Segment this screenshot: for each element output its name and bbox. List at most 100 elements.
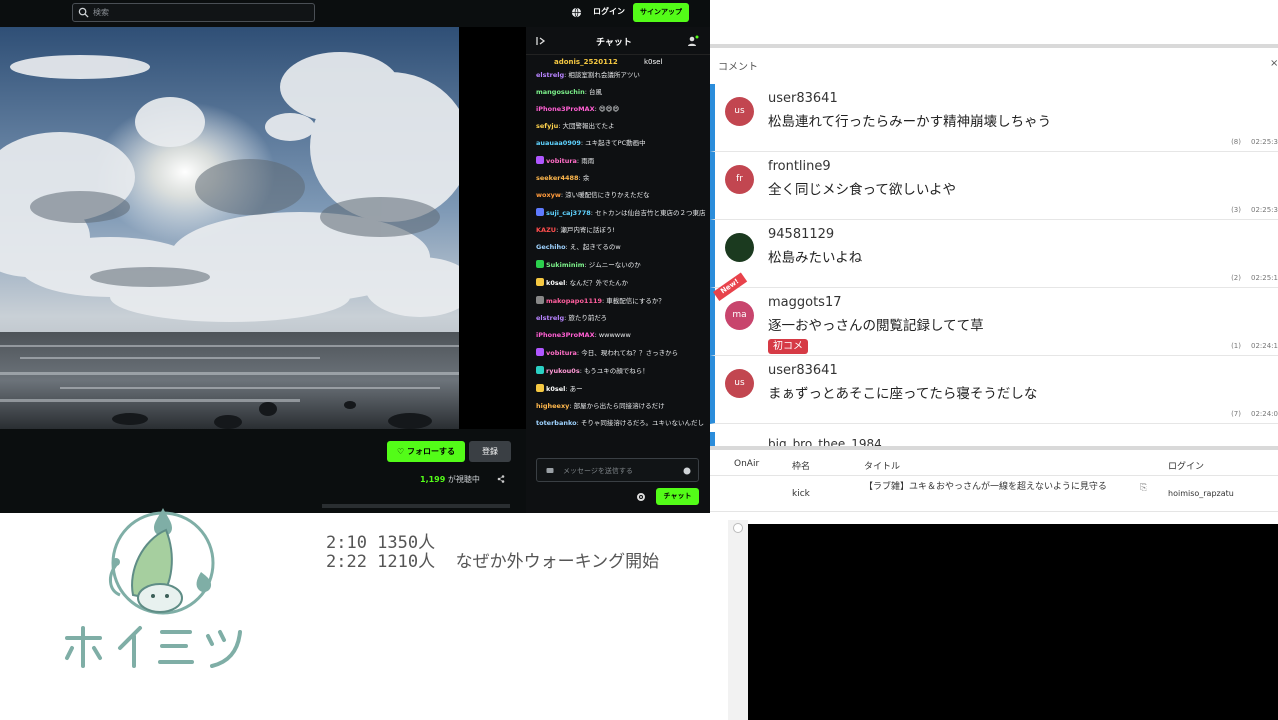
radio-button[interactable] (733, 523, 743, 533)
chat-message: elstrelg: 相談室割れ会議所アツい (536, 71, 706, 79)
comment-user: maggots17 (768, 295, 842, 310)
user-badge-icon (536, 208, 544, 216)
chat-username[interactable]: elstrelg (536, 71, 564, 79)
close-icon[interactable]: × (1270, 58, 1278, 69)
comment-item[interactable]: 94581129 松島みたいよね (2) 02:25:1 (710, 220, 1278, 288)
chat-text: 涼い暖配信にきりかえただな (565, 191, 650, 199)
stream-window: 検索 ログイン サインアップ ♡ フォローする 登録 1,199 が視聴中 チャ… (0, 0, 710, 513)
comment-time: 02:25:3 (1251, 138, 1278, 146)
chat-username[interactable]: auauaa0909 (536, 139, 581, 147)
comment-meta: (8) 02:25:3 (1221, 138, 1278, 146)
share-icon[interactable] (497, 475, 505, 483)
smile-icon[interactable] (683, 467, 691, 475)
comment-text: 全く同じメシ食って欲しいよや (768, 182, 957, 198)
chat-username[interactable]: seeker4488 (536, 174, 579, 182)
comment-list: us user83641 松島連れて行ったらみーかす精神崩壊しちゃう (8) 02:25… (710, 84, 1278, 448)
collapse-chat-icon[interactable] (536, 36, 546, 46)
chat-username[interactable]: iPhone3ProMAX (536, 331, 595, 339)
comment-meta: (3) 02:25:3 (1221, 206, 1278, 214)
table-row[interactable]: kick 【ラブ雑】ユキ＆おやっさんが一線を超えないように見守る ⎘ hoimi… (710, 476, 1278, 512)
subscribe-button[interactable]: 登録 (469, 441, 511, 462)
copy-icon[interactable]: ⎘ (1140, 483, 1147, 493)
chat-title: チャット (596, 38, 632, 48)
chat-username[interactable]: Gechiho (536, 243, 566, 251)
comment-count: (8) (1231, 138, 1241, 146)
row-title: 【ラブ雑】ユキ＆おやっさんが一線を超えないように見守る (864, 482, 1107, 492)
gear-icon[interactable] (636, 492, 646, 502)
comment-item[interactable]: fr frontline9 全く同じメシ食って欲しいよや (3) 02:25:3 (710, 152, 1278, 220)
chat-message: higheexy: 部屋から出たら同接溶けるだけ (536, 402, 706, 410)
comment-header: コメント (718, 62, 758, 73)
chat-message: KAZU: 瀬戸内寄に話ぼう! (536, 226, 706, 234)
signup-button[interactable]: サインアップ (633, 3, 689, 22)
logo-text-en (112, 685, 222, 705)
chat-username[interactable]: k0sel (546, 279, 565, 287)
col-title[interactable]: タイトル (864, 459, 900, 472)
chat-text: wwwwww (598, 331, 631, 339)
chat-username[interactable]: sefyju (536, 122, 558, 130)
chat-text: 台風 (589, 88, 603, 96)
viewer-count: 1,199 が視聴中 (420, 474, 480, 485)
globe-icon[interactable] (571, 7, 582, 18)
avatar: fr (725, 165, 754, 194)
chat-message: k0sel: なんだ？外でたんか (536, 278, 706, 287)
chat-username[interactable]: higheexy (536, 402, 569, 410)
comment-item[interactable]: ma maggots17 逐一おやっさんの閲覧記録してて草 初コメ New! (1) 02:… (710, 272, 1278, 356)
user-badge-icon (536, 296, 544, 304)
chat-username[interactable]: makopapo1119 (546, 297, 602, 305)
chat-message: vobitura: 今日、現われてね？？さっきから (536, 348, 706, 357)
chat-username[interactable]: ryukou0s (546, 367, 580, 375)
chat-username[interactable]: suji_caj3778 (546, 209, 591, 217)
chat-username[interactable]: Sukiminim (546, 261, 585, 269)
emote-icon[interactable] (546, 467, 554, 475)
chat-text: 今日、現われてね？？さっきから (581, 349, 679, 357)
comment-text: 松島みたいよね (768, 250, 863, 266)
chat-message: makopapo1119: 車載配信にするか？ (536, 296, 706, 305)
comment-time: 02:25:1 (1251, 274, 1278, 282)
top-bar: 検索 ログイン サインアップ (0, 0, 710, 26)
chat-send-button[interactable]: チャット (656, 488, 699, 505)
chat-username[interactable]: toterbanko (536, 419, 577, 427)
comment-user: user83641 (768, 363, 838, 378)
chat-users-icon[interactable] (687, 35, 699, 47)
comment-item[interactable]: us user83641 まぁずっとあそこに座ってたら寝そうだしな (7) 02:24:… (710, 356, 1278, 424)
comment-item[interactable]: us user83641 松島連れて行ったらみーかす精神崩壊しちゃう (8) 02:25… (710, 84, 1278, 152)
search-input[interactable]: 検索 (72, 3, 315, 22)
video-frame (0, 27, 459, 429)
avatar: us (725, 369, 754, 398)
pinned-user-1[interactable]: adonis_2520112 (554, 58, 618, 66)
chat-username[interactable]: elstrelg (536, 314, 564, 322)
chat-message: mangosuchin: 台風 (536, 88, 706, 96)
chat-text: 相談室割れ会議所アツい (568, 71, 640, 79)
col-login[interactable]: ログイン (1168, 459, 1204, 472)
chat-text: 😄😄😄 (598, 105, 620, 113)
chat-message: toterbanko: そりゃ同接溶けるだろ。ユキいないんだし (536, 419, 706, 427)
chat-username[interactable]: mangosuchin (536, 88, 585, 96)
pinned-user-2[interactable]: k0sel (644, 58, 662, 66)
chat-username[interactable]: iPhone3ProMAX (536, 105, 595, 113)
video-player[interactable] (0, 27, 459, 429)
chat-panel: チャット adonis_2520112 k0sel elstrelg: 相談室割… (526, 27, 710, 513)
chat-message: iPhone3ProMAX: 😄😄😄 (536, 105, 706, 113)
col-name[interactable]: 枠名 (792, 459, 810, 472)
col-onair[interactable]: OnAir (734, 459, 759, 469)
chat-username[interactable]: k0sel (546, 385, 565, 393)
comment-text: 松島連れて行ったらみーかす精神崩壊しちゃう (768, 114, 1052, 130)
video-progress-track[interactable] (322, 504, 510, 508)
chat-text: ユキ起きてPC動画中 (585, 139, 646, 147)
chat-username[interactable]: vobitura (546, 157, 577, 165)
chat-message: Gechiho: え、起きてるのw (536, 243, 706, 251)
chat-input[interactable]: メッセージを送信する (536, 458, 699, 482)
follow-button[interactable]: ♡ フォローする (387, 441, 465, 462)
viewer-suffix: が視聴中 (447, 475, 480, 484)
chat-username[interactable]: KAZU (536, 226, 556, 234)
chat-username[interactable]: woxyw (536, 191, 561, 199)
comment-time: 02:24:0 (1251, 410, 1278, 418)
login-button[interactable]: ログイン (593, 6, 625, 17)
chat-text: え、起きてるのw (569, 243, 621, 251)
chat-username[interactable]: vobitura (546, 349, 577, 357)
chat-text: 旅たり前だろ (568, 314, 607, 322)
chat-message: sefyju: 大団警報出てたよ (536, 122, 706, 130)
user-badge-icon (536, 384, 544, 392)
chat-text: 雨雨 (581, 157, 595, 165)
